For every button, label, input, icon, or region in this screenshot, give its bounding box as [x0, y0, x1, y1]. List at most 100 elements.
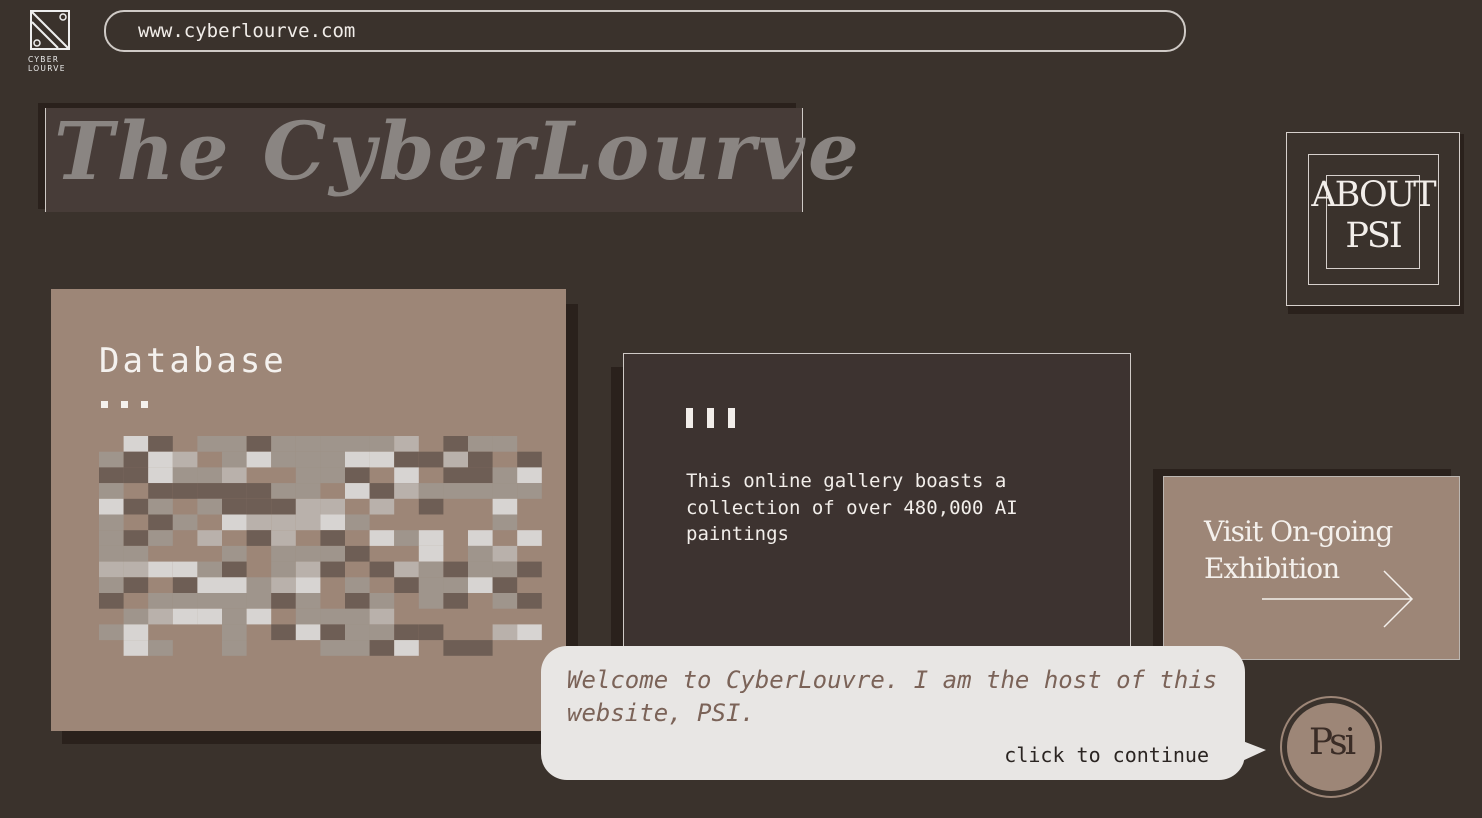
mosaic-tile [271, 530, 296, 546]
mosaic-tile [295, 483, 321, 499]
cyberlourve-logo[interactable]: CYBER LOURVE [28, 8, 74, 76]
mosaic-tile [222, 577, 247, 593]
mosaic-tile [123, 545, 149, 562]
mosaic-tile [197, 593, 222, 609]
mosaic-tile [148, 530, 173, 546]
mosaic-tile [468, 436, 493, 452]
mosaic-tile [295, 514, 321, 531]
mosaic-tile [443, 483, 468, 499]
mosaic-tile [345, 483, 370, 499]
mosaic-tile [320, 640, 345, 656]
mosaic-tile [369, 593, 395, 609]
mosaic-tile [345, 593, 370, 609]
mosaic-tile [99, 498, 124, 515]
mosaic-tile [271, 624, 296, 641]
psi-avatar[interactable]: Psi [1280, 696, 1382, 798]
mosaic-tile [172, 561, 198, 578]
mosaic-tile [369, 451, 395, 468]
mosaic-tile [222, 451, 247, 468]
mosaic-tile [222, 436, 247, 452]
mosaic-tile [246, 514, 272, 531]
mosaic-tile [394, 467, 419, 484]
mosaic-tile [295, 608, 321, 625]
mosaic-tile [492, 593, 518, 609]
mosaic-tile [123, 624, 149, 641]
mosaic-tile [418, 483, 444, 499]
mosaic-tile [295, 498, 321, 515]
mosaic-tile [295, 593, 321, 609]
visit-exhibition-button[interactable]: Visit On-going Exhibition [1163, 476, 1460, 660]
mosaic-tile [222, 514, 247, 531]
mosaic-tile [295, 577, 321, 593]
mosaic-tile [443, 561, 468, 578]
mosaic-tile [492, 436, 518, 452]
mosaic-tile [197, 577, 222, 593]
mosaic-tile [197, 561, 222, 578]
mosaic-tile [517, 530, 542, 546]
mosaic-tile [222, 593, 247, 609]
mosaic-tile [320, 530, 345, 546]
mosaic-tile [172, 451, 198, 468]
mosaic-tile [468, 451, 493, 468]
dialog-tail [1240, 740, 1266, 762]
intro-text: This online gallery boasts a collection … [686, 470, 1018, 545]
mosaic-tile [148, 483, 173, 499]
mosaic-tile [197, 483, 222, 499]
mosaic-tile [320, 514, 345, 531]
mosaic-tile [222, 498, 247, 515]
address-bar[interactable]: www.cyberlourve.com [104, 10, 1186, 52]
psi-avatar-label: Psi [1308, 722, 1356, 763]
dialog-bubble[interactable]: Welcome to CyberLouvre. I am the host of… [541, 646, 1245, 780]
mosaic-tile [271, 451, 296, 468]
mosaic-tile [443, 436, 468, 452]
mosaic-tile [492, 483, 518, 499]
mosaic-tile [345, 624, 370, 641]
mosaic-tile [320, 608, 345, 625]
mosaic-tile [148, 640, 173, 656]
mosaic-tile [345, 640, 370, 656]
logo-text-line-1: CYBER [28, 55, 60, 64]
mosaic-tile [468, 640, 493, 656]
database-panel[interactable]: Database [51, 289, 566, 731]
mosaic-tile [99, 483, 124, 499]
mosaic-tile [492, 467, 518, 484]
mosaic-tile [443, 640, 468, 656]
mosaic-tile [369, 498, 395, 515]
mosaic-tile [99, 577, 124, 593]
mosaic-tile [246, 498, 272, 515]
mosaic-tile [148, 593, 173, 609]
mosaic-tile [394, 640, 419, 656]
mosaic-tile [468, 483, 493, 499]
mosaic-tile [222, 624, 247, 641]
mosaic-tile [320, 545, 345, 562]
database-ellipsis-icon [101, 393, 161, 412]
mosaic-tile [99, 514, 124, 531]
mosaic-tile [222, 545, 247, 562]
mosaic-tile [369, 436, 395, 452]
mosaic-tile [222, 640, 247, 656]
mosaic-tile [468, 467, 493, 484]
mosaic-tile [271, 498, 296, 515]
mosaic-tile [246, 577, 272, 593]
mosaic-tile [148, 514, 173, 531]
mosaic-tile [345, 514, 370, 531]
intro-card: This online gallery boasts a collection … [623, 353, 1131, 655]
mosaic-tile [320, 498, 345, 515]
title-banner: The CyberLourve [45, 104, 859, 212]
url-text[interactable]: www.cyberlourve.com [138, 20, 355, 42]
mosaic-tile [369, 640, 395, 656]
mosaic-tile [345, 467, 370, 484]
click-to-continue-button[interactable]: click to continue [1004, 743, 1209, 767]
mosaic-tile [320, 624, 345, 641]
mosaic-tile [222, 561, 247, 578]
mosaic-tile [345, 545, 370, 562]
about-psi-button[interactable]: ABOUT PSI [1286, 132, 1460, 306]
mosaic-tile [172, 467, 198, 484]
mosaic-tile [246, 451, 272, 468]
mosaic-tile [492, 514, 518, 531]
mosaic-tile [123, 561, 149, 578]
mosaic-tile [172, 608, 198, 625]
mosaic-tile [418, 577, 444, 593]
mosaic-tile [271, 545, 296, 562]
mosaic-tile [394, 530, 419, 546]
